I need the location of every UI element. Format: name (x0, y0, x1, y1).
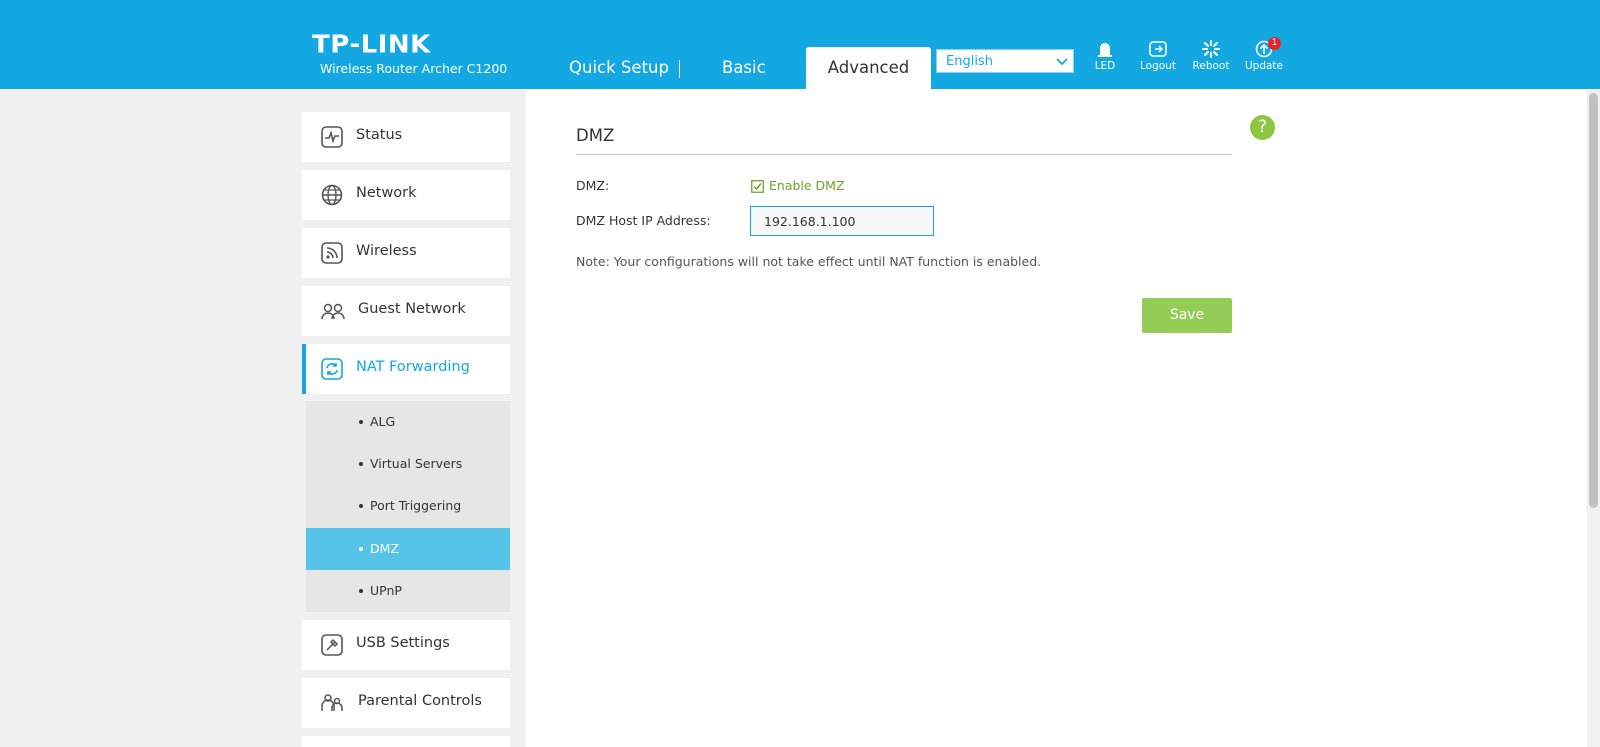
save-button[interactable]: Save (1142, 298, 1232, 333)
nat-forwarding-submenu: ALG Virtual Servers Port Triggering DMZ … (306, 401, 510, 612)
sidebar-label-wireless: Wireless (356, 243, 417, 259)
logout-icon (1149, 41, 1167, 57)
scrollbar-thumb[interactable] (1589, 93, 1598, 508)
sidebar-item-network[interactable]: Network (302, 170, 510, 220)
sidebar-item-status[interactable]: Status (302, 112, 510, 162)
logout-label: Logout (1140, 60, 1176, 72)
guest-network-icon (321, 303, 345, 320)
led-label: LED (1094, 60, 1116, 72)
submenu-label-dmz: DMZ (370, 541, 399, 556)
language-select[interactable]: English (936, 49, 1074, 73)
enable-dmz-checkbox[interactable] (751, 180, 764, 193)
help-icon[interactable]: ? (1250, 115, 1275, 140)
bullet (359, 547, 363, 551)
dmz-label: DMZ: (576, 178, 610, 193)
top-header: TP-LINK Wireless Router Archer C1200 Qui… (0, 0, 1600, 89)
bullet (359, 462, 363, 466)
sidebar-label-guest-network: Guest Network (358, 301, 466, 317)
sidebar-label-parental-controls: Parental Controls (358, 693, 482, 709)
dmz-host-ip-label: DMZ Host IP Address: (576, 213, 711, 228)
sidebar-item-usb-settings[interactable]: USB Settings (302, 620, 510, 670)
nat-note: Note: Your configurations will not take … (576, 254, 1042, 269)
logout-button[interactable]: Logout (1133, 40, 1183, 72)
tab-quick-setup[interactable]: Quick Setup (569, 47, 669, 89)
update-button[interactable]: Update 1 (1239, 37, 1289, 72)
submenu-item-port-triggering[interactable]: Port Triggering (306, 485, 510, 527)
led-button[interactable]: LED (1080, 40, 1130, 72)
sidebar-label-usb-settings: USB Settings (356, 635, 450, 651)
submenu-item-alg[interactable]: ALG (306, 401, 510, 443)
usb-settings-icon (321, 634, 343, 656)
sidebar-item-wireless[interactable]: Wireless (302, 228, 510, 278)
sidebar-item-parental-controls[interactable]: Parental Controls (302, 678, 510, 728)
bullet (359, 589, 363, 593)
sidebar-item-nat-forwarding[interactable]: NAT Forwarding (302, 344, 510, 394)
tp-link-logo: TP-LINK (312, 30, 431, 60)
update-label: Update (1244, 60, 1284, 72)
sidebar-item-guest-network[interactable]: Guest Network (302, 286, 510, 336)
submenu-label-port-triggering: Port Triggering (370, 498, 462, 513)
page-title: DMZ (576, 126, 615, 145)
sidebar-label-network: Network (356, 185, 417, 201)
wireless-icon (321, 242, 343, 264)
language-value: English (946, 54, 993, 69)
sidebar-label-status: Status (356, 127, 403, 143)
bullet (359, 420, 363, 424)
parental-controls-icon (321, 694, 343, 711)
reboot-button[interactable]: Reboot (1186, 40, 1236, 72)
submenu-label-upnp: UPnP (370, 583, 402, 598)
chevron-down-icon (1056, 58, 1068, 66)
main-panel (526, 89, 1587, 747)
reboot-icon (1202, 40, 1220, 58)
router-model: Wireless Router Archer C1200 (320, 61, 508, 76)
globe-icon (321, 184, 343, 206)
submenu-label-alg: ALG (370, 414, 396, 429)
reboot-label: Reboot (1192, 60, 1230, 72)
update-badge: 1 (1268, 37, 1281, 50)
bullet (359, 504, 363, 508)
dmz-host-ip-input[interactable] (750, 206, 934, 236)
sidebar-label-nat-forwarding: NAT Forwarding (356, 359, 470, 375)
submenu-item-virtual-servers[interactable]: Virtual Servers (306, 443, 510, 485)
submenu-label-virtual-servers: Virtual Servers (370, 456, 463, 471)
tab-divider (679, 60, 680, 78)
sidebar-item-partial[interactable] (302, 736, 510, 747)
nat-forwarding-icon (321, 358, 343, 380)
tab-advanced[interactable]: Advanced (806, 47, 931, 89)
led-icon (1098, 43, 1112, 57)
submenu-item-dmz[interactable]: DMZ (306, 528, 510, 570)
enable-dmz-label[interactable]: Enable DMZ (769, 178, 845, 193)
status-icon (321, 126, 343, 148)
tab-basic[interactable]: Basic (722, 47, 766, 89)
submenu-item-upnp[interactable]: UPnP (306, 570, 510, 612)
title-divider (576, 154, 1232, 155)
